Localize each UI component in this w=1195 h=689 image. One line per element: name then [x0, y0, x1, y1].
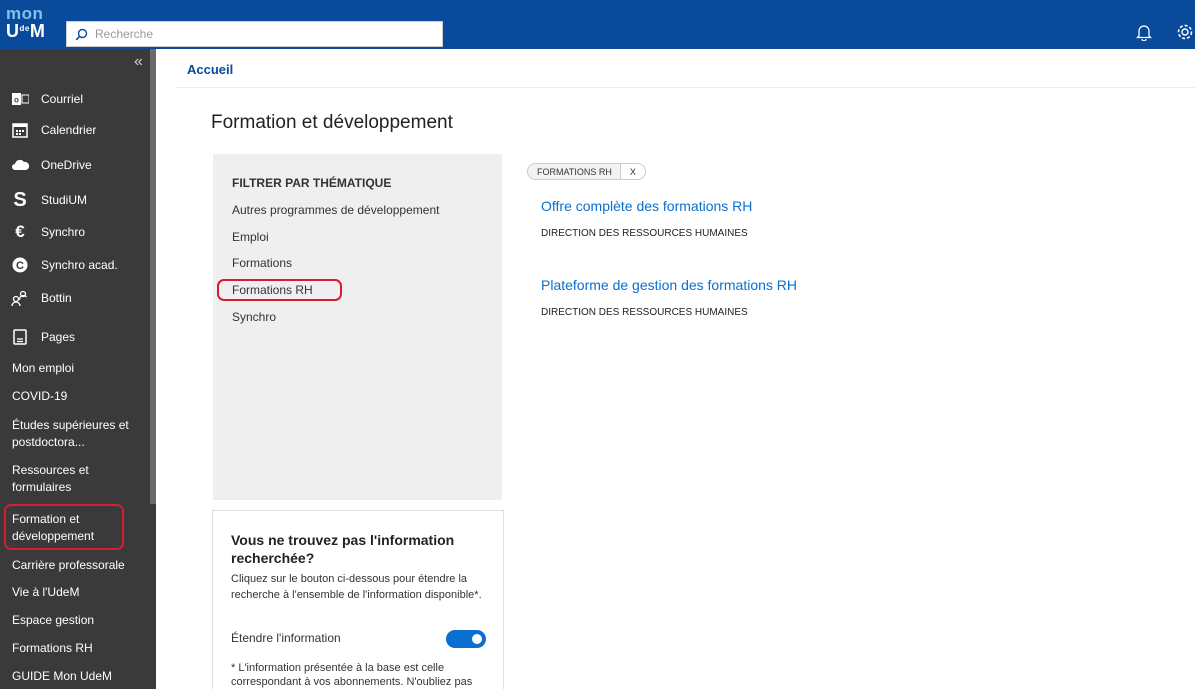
toggle-label: Étendre l'information — [231, 631, 341, 645]
synchro-acad-icon: C — [11, 256, 29, 274]
filter-item-autres-programmes[interactable]: Autres programmes de développement — [232, 203, 439, 217]
sidebar-link-formations-rh[interactable]: Formations RH — [12, 640, 148, 657]
info-description: Cliquez sur le bouton ci-dessous pour ét… — [231, 573, 482, 601]
sidebar-link-etudes-superieures[interactable]: Études supérieures et postdoctora... — [12, 417, 144, 451]
filter-item-synchro[interactable]: Synchro — [232, 310, 276, 324]
breadcrumb: Accueil — [175, 50, 1195, 88]
search-input[interactable] — [95, 27, 425, 41]
logo-mon: mon — [6, 4, 44, 23]
sidebar-item-label: Synchro — [41, 225, 86, 239]
sidebar-item-synchro[interactable]: € Synchro — [0, 222, 150, 241]
info-box: Vous ne trouvez pas l'information recher… — [212, 510, 504, 689]
search-box[interactable] — [66, 21, 443, 47]
sidebar: « o Courriel Calendrier OneDrive S Studi… — [0, 49, 156, 689]
filter-item-formations[interactable]: Formations — [232, 256, 292, 270]
people-icon — [11, 289, 29, 307]
active-filter-chip: FORMATIONS RH X — [527, 163, 646, 180]
collapse-sidebar-icon[interactable]: « — [134, 53, 143, 71]
svg-text:o: o — [14, 96, 19, 105]
chip-remove-button[interactable]: X — [619, 164, 645, 179]
filter-item-emploi[interactable]: Emploi — [232, 230, 269, 244]
pages-icon — [11, 328, 29, 346]
synchro-icon: € — [15, 222, 25, 241]
sidebar-item-label: OneDrive — [41, 158, 92, 172]
gear-icon[interactable] — [1175, 22, 1195, 47]
top-bar: mon UdeM — [0, 0, 1195, 49]
sidebar-item-pages[interactable]: Pages — [0, 328, 150, 346]
info-title: Vous ne trouvez pas l'information recher… — [231, 532, 455, 566]
cloud-icon — [11, 156, 29, 174]
toggle-knob — [472, 634, 482, 644]
sidebar-item-label: Bottin — [41, 291, 72, 305]
sidebar-item-studium[interactable]: S StudiUM — [0, 188, 150, 211]
extend-info-toggle[interactable] — [446, 630, 486, 648]
bell-icon[interactable] — [1135, 23, 1153, 46]
sidebar-link-covid-19[interactable]: COVID-19 — [12, 388, 148, 405]
sidebar-link-carriere-professorale[interactable]: Carrière professorale — [12, 557, 148, 574]
result-title-link[interactable]: Offre complète des formations RH — [541, 198, 752, 214]
sidebar-item-label: Courriel — [41, 92, 84, 106]
sidebar-item-label: Pages — [41, 330, 76, 344]
sidebar-item-calendrier[interactable]: Calendrier — [0, 121, 150, 139]
sidebar-item-label: Calendrier — [41, 123, 97, 137]
result-source: DIRECTION DES RESSOURCES HUMAINES — [541, 307, 748, 318]
sidebar-item-label: StudiUM — [41, 193, 88, 207]
result-title-link[interactable]: Plateforme de gestion des formations RH — [541, 277, 797, 293]
chip-label: FORMATIONS RH — [537, 166, 612, 177]
calendar-icon — [11, 121, 29, 139]
filter-heading: FILTRER PAR THÉMATIQUE — [232, 176, 392, 190]
studium-icon: S — [13, 188, 27, 211]
sidebar-link-ressources-formulaires[interactable]: Ressources et formulaires — [12, 462, 122, 496]
sidebar-item-synchro-acad[interactable]: C Synchro acad. — [0, 256, 150, 274]
sidebar-item-label: Synchro acad. — [41, 258, 118, 272]
sidebar-item-courriel[interactable]: o Courriel — [0, 90, 150, 108]
outlook-icon: o — [11, 90, 29, 108]
page-title: Formation et développement — [211, 112, 453, 133]
highlight-annotation — [4, 504, 124, 550]
sidebar-link-vie-udem[interactable]: Vie à l'UdeM — [12, 584, 148, 601]
sidebar-link-mon-emploi[interactable]: Mon emploi — [12, 360, 148, 377]
monudem-logo[interactable]: mon UdeM — [6, 5, 57, 45]
sidebar-scrollbar[interactable] — [150, 49, 156, 504]
sidebar-link-espace-gestion[interactable]: Espace gestion — [12, 612, 148, 629]
filter-panel: FILTRER PAR THÉMATIQUE Autres programmes… — [213, 154, 502, 500]
info-note: * L'information présentée à la base est … — [231, 662, 473, 688]
breadcrumb-accueil-link[interactable]: Accueil — [187, 62, 233, 77]
sidebar-link-guide-mon-udem[interactable]: GUIDE Mon UdeM — [12, 668, 148, 685]
search-icon — [67, 28, 95, 41]
highlight-annotation — [217, 279, 342, 301]
sidebar-item-bottin[interactable]: Bottin — [0, 289, 150, 307]
svg-text:C: C — [16, 260, 24, 272]
result-source: DIRECTION DES RESSOURCES HUMAINES — [541, 228, 748, 239]
logo-udem: UdeM — [6, 21, 46, 41]
sidebar-item-onedrive[interactable]: OneDrive — [0, 156, 150, 174]
